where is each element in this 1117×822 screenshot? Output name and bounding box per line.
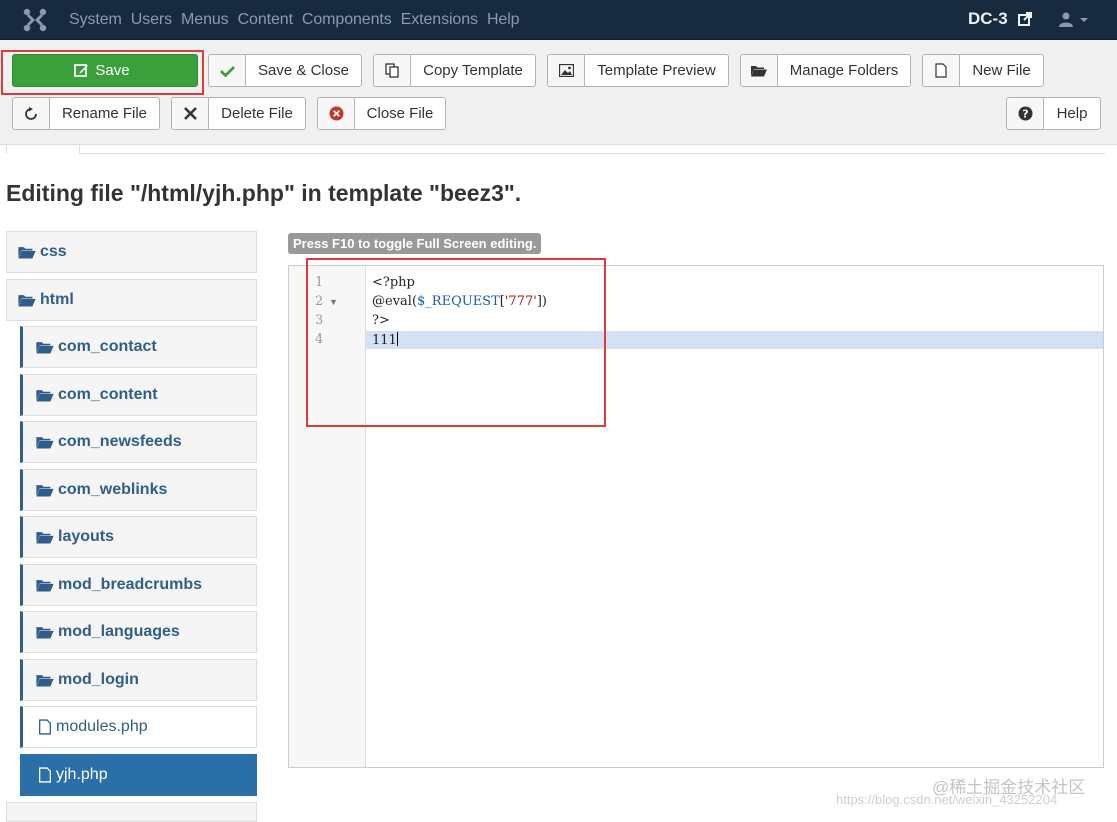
save-close-button[interactable]: Save & Close xyxy=(208,54,362,87)
folder-open-icon xyxy=(36,627,54,639)
image-icon xyxy=(548,55,585,86)
check-icon xyxy=(209,55,246,86)
menu-components[interactable]: Components xyxy=(302,11,392,29)
folder-open-icon xyxy=(18,295,36,307)
tree-file-modules-php[interactable]: modules.php xyxy=(20,706,257,748)
menu-content[interactable]: Content xyxy=(238,11,293,29)
tree-folder-com-newsfeeds[interactable]: com_newsfeeds xyxy=(20,421,257,463)
folder-open-icon xyxy=(741,55,778,86)
folder-open-icon xyxy=(36,675,54,687)
external-link-icon[interactable] xyxy=(1018,12,1032,26)
file-icon xyxy=(39,719,51,735)
menu-help[interactable]: Help xyxy=(487,11,520,29)
chevron-down-icon[interactable] xyxy=(1080,18,1088,22)
refresh-icon xyxy=(13,98,50,129)
main-menu: System Users Menus Content Components Ex… xyxy=(69,0,528,40)
folder-open-icon xyxy=(36,580,54,592)
folder-open-icon xyxy=(36,437,54,449)
close-x-icon xyxy=(172,98,209,129)
file-icon xyxy=(923,55,960,86)
tab-strip xyxy=(6,145,1105,154)
question-circle-icon: ? xyxy=(1007,98,1044,129)
help-button[interactable]: ? Help xyxy=(1006,97,1101,130)
site-name-link[interactable]: DC-3 xyxy=(968,9,1008,29)
folder-open-icon xyxy=(18,247,36,259)
delete-file-button[interactable]: Delete File xyxy=(171,97,306,130)
fullscreen-hint-badge: Press F10 to toggle Full Screen editing. xyxy=(288,233,542,254)
code-highlight-box xyxy=(306,258,606,427)
tree-folder-css[interactable]: css xyxy=(6,231,257,273)
new-file-button[interactable]: New File xyxy=(922,54,1044,87)
tree-folder-com-weblinks[interactable]: com_weblinks xyxy=(20,469,257,511)
folder-open-icon xyxy=(36,485,54,497)
manage-folders-button[interactable]: Manage Folders xyxy=(740,54,911,87)
tree-folder-mod-login[interactable]: mod_login xyxy=(20,659,257,701)
save-highlight-box xyxy=(1,50,204,95)
rename-file-button[interactable]: Rename File xyxy=(12,97,160,130)
tree-folder-mod-languages[interactable]: mod_languages xyxy=(20,611,257,653)
copy-icon xyxy=(374,55,411,86)
menu-extensions[interactable]: Extensions xyxy=(401,11,478,29)
tree-folder-layouts[interactable]: layouts xyxy=(20,516,257,558)
watermark-url: https://blog.csdn.net/weixin_43252204 xyxy=(836,792,1058,807)
tab-editor[interactable] xyxy=(6,145,80,154)
folder-open-icon xyxy=(36,532,54,544)
joomla-logo-icon[interactable] xyxy=(22,7,48,33)
folder-open-icon xyxy=(36,390,54,402)
close-file-button[interactable]: Close File xyxy=(317,97,446,130)
tree-folder-com-content[interactable]: com_content xyxy=(20,374,257,416)
svg-text:?: ? xyxy=(1022,108,1028,121)
user-icon[interactable] xyxy=(1058,11,1074,27)
tree-folder-next[interactable] xyxy=(6,802,257,822)
cancel-circle-icon xyxy=(318,98,355,129)
menu-system[interactable]: System xyxy=(69,11,122,29)
copy-template-button[interactable]: Copy Template xyxy=(373,54,536,87)
tree-folder-mod-breadcrumbs[interactable]: mod_breadcrumbs xyxy=(20,564,257,606)
tree-file-yjh-php[interactable]: yjh.php xyxy=(20,754,257,796)
menu-menus[interactable]: Menus xyxy=(181,11,229,29)
tree-folder-html[interactable]: html xyxy=(6,279,257,321)
file-icon xyxy=(39,767,51,783)
tree-folder-com-contact[interactable]: com_contact xyxy=(20,326,257,368)
page-title: Editing file "/html/yjh.php" in template… xyxy=(6,180,522,206)
top-navbar: System Users Menus Content Components Ex… xyxy=(0,0,1117,40)
template-preview-button[interactable]: Template Preview xyxy=(547,54,729,87)
folder-open-icon xyxy=(36,342,54,354)
menu-users[interactable]: Users xyxy=(131,11,172,29)
